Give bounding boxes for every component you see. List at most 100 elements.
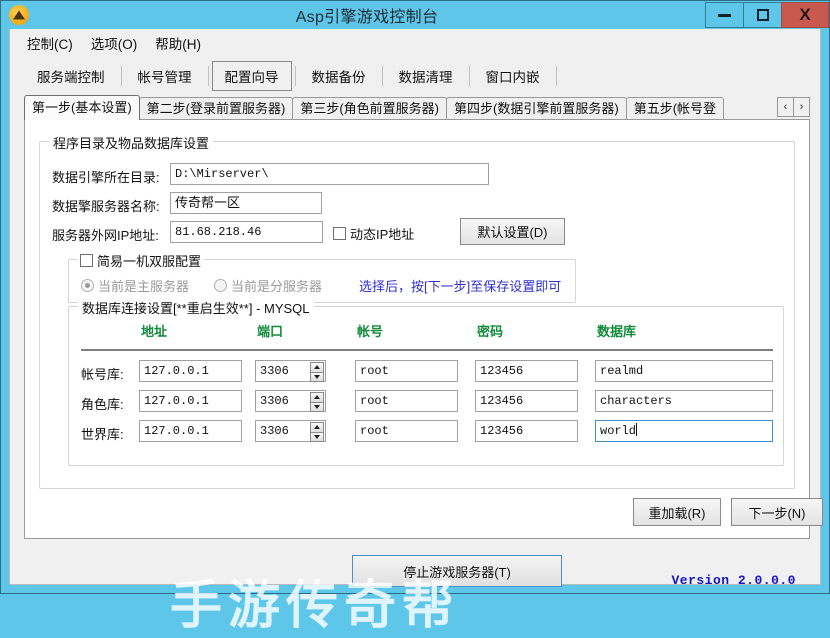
spinner-buttons[interactable] <box>310 392 324 412</box>
spinner-down-icon[interactable] <box>310 371 324 382</box>
radio-dot-icon <box>81 279 94 292</box>
group-title-program-directory: 程序目录及物品数据库设置 <box>49 133 214 152</box>
nav-item-data-backup[interactable]: 数据备份 <box>299 61 379 91</box>
nav-item-account-management[interactable]: 帐号管理 <box>125 61 205 91</box>
nav-separator <box>381 66 383 86</box>
nav-separator <box>555 66 557 86</box>
column-header-port: 端口 <box>257 324 284 339</box>
label-wan-ip: 服务器外网IP地址: <box>52 228 159 243</box>
spinner-world-db-port[interactable]: 3306 <box>255 420 326 442</box>
reload-button[interactable]: 重加载(R) <box>633 498 721 526</box>
default-settings-label: 默认设置(D) <box>477 225 548 240</box>
nav-item-config-wizard[interactable]: 配置向导 <box>211 61 292 91</box>
input-character-db-password[interactable]: 123456 <box>475 390 578 412</box>
tab-step-5[interactable]: 第五步(帐号登 <box>625 97 725 120</box>
tab-step-1[interactable]: 第一步(基本设置) <box>24 95 140 120</box>
input-wan-ip[interactable]: 81.68.218.46 <box>170 221 323 243</box>
group-title-dual-server: 简易一机双服配置 <box>97 254 202 269</box>
spinner-up-icon[interactable] <box>310 362 324 372</box>
menu-bar: 控制(C) 选项(O) 帮助(H) <box>10 29 820 57</box>
checkbox-dynamic-ip[interactable]: 动态IP地址 <box>333 224 414 243</box>
menu-item-control[interactable]: 控制(C) <box>18 30 82 56</box>
input-account-db-user[interactable]: root <box>355 360 458 382</box>
client-area: 控制(C) 选项(O) 帮助(H) 服务端控制 帐号管理 配置向导 数据备份 数… <box>9 29 823 635</box>
tab-step-4[interactable]: 第四步(数据引擎前置服务器) <box>446 97 627 120</box>
next-step-button[interactable]: 下一步(N) <box>731 498 823 526</box>
menu-item-options[interactable]: 选项(O) <box>82 30 147 56</box>
tab-step-2[interactable]: 第二步(登录前置服务器) <box>138 97 294 120</box>
input-character-db-port[interactable]: 3306 <box>260 391 289 411</box>
menu-item-help[interactable]: 帮助(H) <box>146 30 210 56</box>
checkbox-box-icon <box>333 227 346 240</box>
input-world-db-port[interactable]: 3306 <box>260 421 289 441</box>
row-label-character-db: 角色库: <box>81 397 124 412</box>
spinner-character-db-port[interactable]: 3306 <box>255 390 326 412</box>
spinner-up-icon[interactable] <box>310 392 324 402</box>
column-header-password: 密码 <box>477 324 504 339</box>
stop-game-server-button[interactable]: 停止游戏服务器(T) <box>352 555 562 587</box>
row-label-world-db: 世界库: <box>81 427 124 442</box>
nav-separator <box>207 66 209 86</box>
tab-page-step-1: 程序目录及物品数据库设置 数据引擎所在目录: D:\Mirserver\ 数据擎… <box>24 119 823 539</box>
default-settings-button[interactable]: 默认设置(D) <box>460 218 565 245</box>
column-header-database: 数据库 <box>597 324 637 339</box>
radio-label-sub-server: 当前是分服务器 <box>231 279 323 294</box>
group-title-database: 数据库连接设置[**重启生效**] - MYSQL <box>78 298 314 317</box>
tab-scroll-prev-icon[interactable]: ‹ <box>777 97 794 117</box>
group-program-directory: 程序目录及物品数据库设置 数据引擎所在目录: D:\Mirserver\ 数据擎… <box>39 133 795 489</box>
radio-main-server[interactable]: 当前是主服务器 <box>81 276 189 295</box>
warning-triangle-icon <box>9 5 29 25</box>
wizard-tab-strip: 第一步(基本设置) 第二步(登录前置服务器) 第三步(角色前置服务器) 第四步(… <box>24 95 810 120</box>
application-window: Asp引擎游戏控制台 X 控制(C) 选项(O) 帮助(H) 服务端控制 帐号管… <box>0 0 830 635</box>
text-caret <box>636 423 638 436</box>
window-controls: X <box>705 1 829 29</box>
spinner-down-icon[interactable] <box>310 431 324 442</box>
input-account-db-address[interactable]: 127.0.0.1 <box>139 360 242 382</box>
checkbox-dual-server-config[interactable]: 简易一机双服配置 <box>77 251 205 270</box>
reload-button-label: 重加载(R) <box>648 505 706 521</box>
input-world-db-name-value: world <box>600 424 637 438</box>
input-server-name[interactable]: 传奇帮一区 <box>170 192 322 214</box>
title-bar: Asp引擎游戏控制台 X <box>1 1 829 29</box>
input-world-db-address[interactable]: 127.0.0.1 <box>139 420 242 442</box>
minimize-button[interactable] <box>705 2 743 28</box>
nav-item-window-embed[interactable]: 窗口内嵌 <box>473 61 553 91</box>
spinner-buttons[interactable] <box>310 362 324 382</box>
input-account-db-password[interactable]: 123456 <box>475 360 578 382</box>
version-label: Version 2.0.0.0 <box>671 573 796 588</box>
group-database-connection: 数据库连接设置[**重启生效**] - MYSQL 地址 端口 帐号 密码 数据… <box>68 298 784 466</box>
tab-step-3[interactable]: 第三步(角色前置服务器) <box>292 97 448 120</box>
spinner-buttons[interactable] <box>310 422 324 442</box>
input-character-db-name[interactable]: characters <box>595 390 773 412</box>
checkbox-box-icon <box>80 254 93 267</box>
input-world-db-name[interactable]: world <box>595 420 773 442</box>
group-dual-server-config: 简易一机双服配置 当前是主服务器 当前是分服务器 选择后，按[下一步]至保存设置… <box>68 251 576 303</box>
column-header-address: 地址 <box>141 324 168 339</box>
stop-game-server-label: 停止游戏服务器(T) <box>403 564 511 580</box>
nav-item-server-control[interactable]: 服务端控制 <box>24 61 118 91</box>
input-world-db-password[interactable]: 123456 <box>475 420 578 442</box>
window-title: Asp引擎游戏控制台 <box>295 9 439 26</box>
spinner-up-icon[interactable] <box>310 422 324 432</box>
spinner-down-icon[interactable] <box>310 401 324 412</box>
input-character-db-user[interactable]: root <box>355 390 458 412</box>
input-character-db-address[interactable]: 127.0.0.1 <box>139 390 242 412</box>
input-data-engine-dir[interactable]: D:\Mirserver\ <box>170 163 489 185</box>
radio-sub-server[interactable]: 当前是分服务器 <box>214 276 322 295</box>
input-world-db-user[interactable]: root <box>355 420 458 442</box>
column-header-account: 帐号 <box>357 324 384 339</box>
label-data-engine-dir: 数据引擎所在目录: <box>52 170 160 185</box>
maximize-button[interactable] <box>743 2 781 28</box>
spinner-account-db-port[interactable]: 3306 <box>255 360 326 382</box>
row-label-account-db: 帐号库: <box>81 367 124 382</box>
tab-scroll-next-icon[interactable]: › <box>793 97 810 117</box>
tab-scroll-controls: ‹ › <box>777 97 810 117</box>
nav-item-data-cleanup[interactable]: 数据清理 <box>386 61 466 91</box>
next-step-button-label: 下一步(N) <box>748 505 806 521</box>
input-account-db-name[interactable]: realmd <box>595 360 773 382</box>
checkbox-label-dynamic-ip: 动态IP地址 <box>350 227 415 242</box>
nav-separator <box>120 66 122 86</box>
maximize-icon <box>756 9 769 21</box>
close-button[interactable]: X <box>781 2 829 28</box>
input-account-db-port[interactable]: 3306 <box>260 361 289 381</box>
